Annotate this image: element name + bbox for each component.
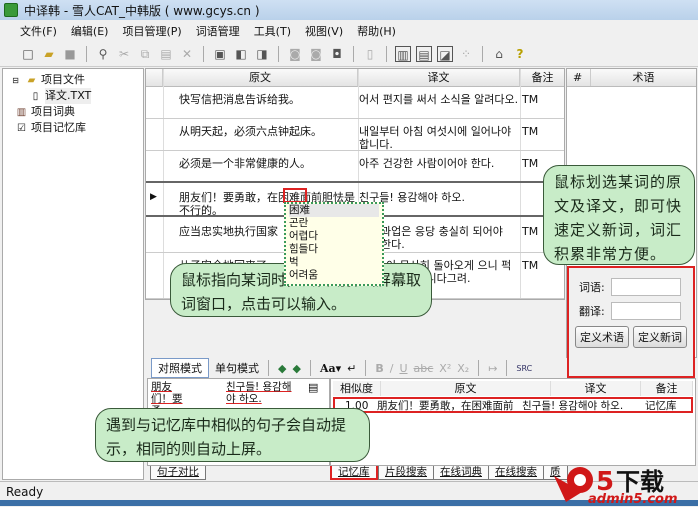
menu-view[interactable]: 视图(V)	[305, 23, 343, 39]
title-bar: 中译韩 - 雪人CAT_中韩版 ( www.gcys.cn )	[0, 0, 698, 20]
delete-icon[interactable]: ✕	[179, 46, 195, 62]
col-header-note[interactable]: 备注	[520, 69, 564, 87]
open-icon[interactable]: ▰	[41, 46, 57, 62]
single-mode-button[interactable]: 单句模式	[215, 360, 259, 376]
tree-item-project-files[interactable]: ⊟ ▰ 项目文件	[9, 72, 137, 88]
folder-icon: ▰	[27, 74, 36, 86]
find-icon[interactable]: ⚲	[95, 46, 111, 62]
translation-label: 翻译:	[579, 305, 605, 318]
tree-item-memory[interactable]: ☑ 项目记忆库	[9, 120, 137, 136]
define-word-button[interactable]: 定义新词	[633, 326, 687, 348]
callout-right: 鼠标划选某词的原文及译文，即可快速定义新词，词汇积累非常方便。	[543, 165, 695, 265]
layout-rows-icon[interactable]: ▤	[416, 46, 432, 62]
memory-icon: ☑	[17, 122, 26, 134]
svg-text:admin5.com: admin5.com	[588, 492, 678, 504]
popup-item[interactable]: 困难	[289, 204, 379, 217]
memory-results-pane: 相似度 原文 译文 备注 1.00 朋友们！要勇敢，在困难面前 친구들! 용감해…	[330, 378, 696, 466]
term-col-index: #	[567, 69, 591, 86]
segment-row[interactable]: 快写信把消息告诉给我。 어서 편지를 써서 소식을 알려다오. TM	[146, 87, 564, 119]
tree-item-dictionary[interactable]: ▥ 项目词典	[9, 104, 137, 120]
popup-item[interactable]: 벅	[289, 256, 379, 269]
copy-icon[interactable]: ⧉	[137, 46, 153, 62]
menu-tools[interactable]: 工具(T)	[254, 23, 291, 39]
menu-help[interactable]: 帮助(H)	[357, 23, 396, 39]
compare-mode-button[interactable]: 对照模式	[151, 358, 209, 378]
tool1-icon[interactable]: ◙	[287, 46, 303, 62]
file-icon: ▯	[32, 90, 39, 102]
col-header-source[interactable]: 原文	[163, 69, 358, 87]
hovered-word-highlight	[283, 188, 307, 203]
memory-match-row[interactable]: 1.00 朋友们！要勇敢，在困难面前 친구들! 용감해야 하오. 记忆库	[333, 397, 693, 413]
popup-item[interactable]: 어려움	[289, 269, 379, 282]
prev-arrow-icon[interactable]: ◆	[278, 362, 286, 375]
toolbar: □ ▰ ■ ⚲ ✂ ⧉ ▤ ✕ ▣ ◧ ◨ ◙ ◙ ◘ ▯ ▥ ▤ ◪ ⁘ ⌂ …	[0, 42, 698, 67]
save-icon[interactable]: ■	[62, 46, 78, 62]
help-icon[interactable]: ?	[512, 46, 528, 62]
home-icon[interactable]: ⌂	[491, 46, 507, 62]
popup-item[interactable]: 어렵다	[289, 230, 379, 243]
current-row-indicator-icon: ▶	[150, 192, 157, 202]
menu-project[interactable]: 项目管理(P)	[122, 23, 181, 39]
bold-icon[interactable]: B	[375, 362, 383, 375]
word-lookup-popup: 困难 곤란 어렵다 힘들다 벅 어려움	[284, 202, 384, 286]
tool3-icon[interactable]: ◘	[329, 46, 345, 62]
window-title: 中译韩 - 雪人CAT_中韩版 ( www.gcys.cn )	[24, 3, 260, 18]
copy-source-icon[interactable]: SRC	[516, 364, 532, 373]
mem-col-target: 译文	[551, 381, 641, 396]
segment-row[interactable]: 从明天起，必须六点钟起床。 내일부터 아침 여섯시에 일어나야 합니다. TM	[146, 119, 564, 151]
font-button[interactable]: Aa▾	[320, 362, 341, 375]
translation-input[interactable]	[610, 302, 681, 320]
segment-row[interactable]: 必须是一个非常健康的人。 아주 건강한 사람이어야 한다. TM	[146, 151, 564, 183]
new-icon[interactable]: □	[20, 46, 36, 62]
italic-icon[interactable]: /	[390, 362, 394, 375]
paste-icon[interactable]: ▤	[158, 46, 174, 62]
word-input[interactable]	[610, 278, 681, 296]
tag-icon[interactable]: ↦	[488, 362, 497, 375]
tab-online-search[interactable]: 在线搜索	[488, 466, 544, 480]
tab-sentence-compare[interactable]: 句子对比	[150, 466, 206, 480]
col-header-target[interactable]: 译文	[358, 69, 520, 87]
menu-bar: 文件(F) 编辑(E) 项目管理(P) 词语管理 工具(T) 视图(V) 帮助(…	[0, 20, 698, 42]
layout-columns-icon[interactable]: ▥	[395, 46, 411, 62]
db-icon[interactable]: ▯	[362, 46, 378, 62]
layout-mixed-icon[interactable]: ◪	[437, 46, 453, 62]
menu-file[interactable]: 文件(F)	[20, 23, 57, 39]
layout-grid-icon[interactable]: ⁘	[458, 46, 474, 62]
mem-col-source: 原文	[381, 381, 551, 396]
paste-icon[interactable]: ▤	[308, 381, 318, 394]
tab-fragment-search[interactable]: 片段搜索	[378, 466, 434, 480]
tree-item-file[interactable]: ▯ 译文.TXT	[9, 88, 137, 104]
tab-online-dictionary[interactable]: 在线词典	[433, 466, 489, 480]
mem-col-score: 相似度	[333, 381, 381, 396]
term-col-header: 术语	[632, 71, 655, 84]
superscript-icon[interactable]: X²	[439, 362, 451, 375]
next-arrow-icon[interactable]: ◆	[292, 362, 300, 375]
strike-icon[interactable]: abc	[414, 362, 434, 375]
menu-terms[interactable]: 词语管理	[196, 23, 240, 39]
popup-item[interactable]: 힘들다	[289, 243, 379, 256]
compare-target: 친구들! 용감해야 하오.	[226, 381, 292, 405]
menu-edit[interactable]: 编辑(E)	[71, 23, 109, 39]
mem-col-note: 备注	[641, 381, 693, 396]
import-icon[interactable]: ▣	[212, 46, 228, 62]
popup-item[interactable]: 곤란	[289, 217, 379, 230]
tool2-icon[interactable]: ◙	[308, 46, 324, 62]
subscript-icon[interactable]: X₂	[457, 362, 469, 375]
callout-bottom: 遇到与记忆库中相似的句子会自动提示，相同的则自动上屏。	[95, 408, 370, 462]
enter-icon[interactable]: ↵	[347, 362, 356, 375]
preview-icon[interactable]: ◨	[254, 46, 270, 62]
dictionary-icon: ▥	[16, 106, 27, 118]
define-term-button[interactable]: 定义术语	[575, 326, 629, 348]
define-term-box: 词语: 翻译: 定义术语 定义新词	[567, 266, 695, 378]
cut-icon[interactable]: ✂	[116, 46, 132, 62]
export-icon[interactable]: ◧	[233, 46, 249, 62]
admin5-logo: 5 下载 admin5.com	[552, 462, 692, 507]
word-label: 词语:	[579, 281, 605, 294]
underline-icon[interactable]: U	[399, 362, 407, 375]
app-icon	[4, 3, 18, 17]
editor-toolbar: 对照模式 单句模式 ◆ ◆ Aa▾ ↵ B / U abc X² X₂ ↦ SR…	[145, 358, 565, 378]
tab-memory[interactable]: 记忆库	[330, 466, 378, 480]
